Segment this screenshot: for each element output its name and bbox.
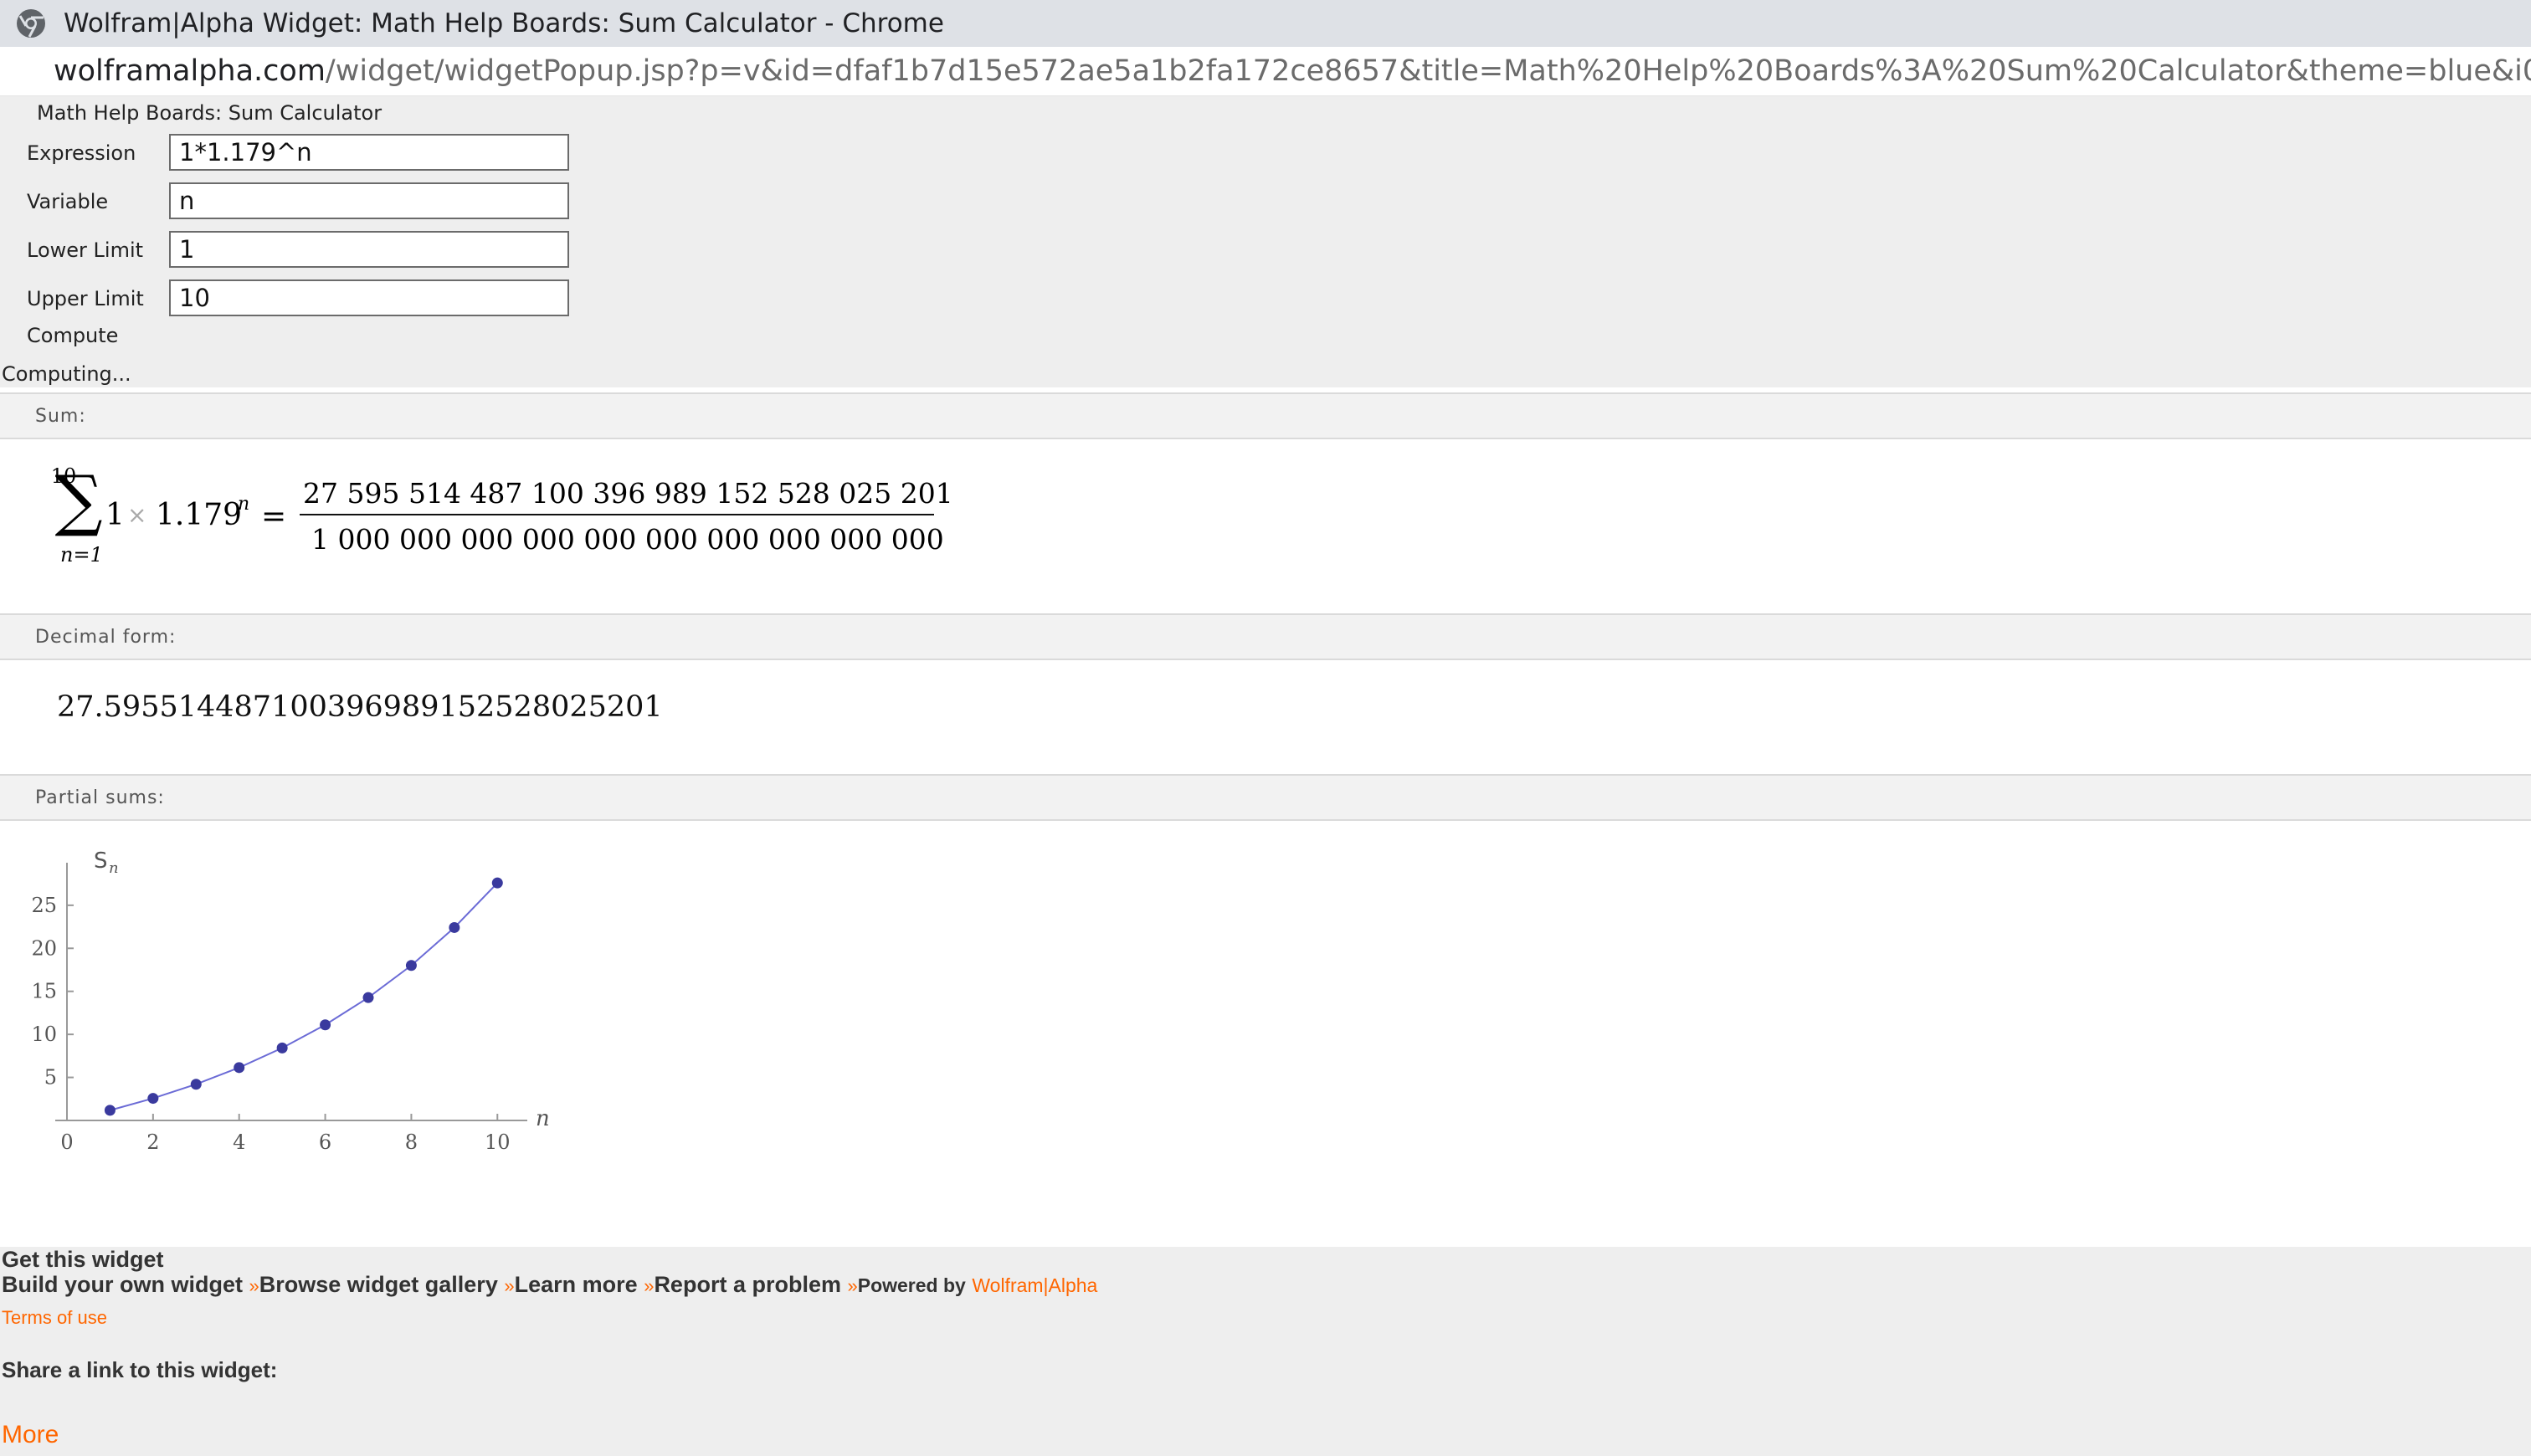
powered-by-text: Powered by xyxy=(857,1274,966,1296)
equals-symbol: = xyxy=(261,500,286,534)
y-tick-label: 15 xyxy=(31,980,57,1003)
build-widget-link[interactable]: Build your own widget xyxy=(2,1272,243,1297)
expression-input[interactable] xyxy=(169,134,569,171)
decimal-pod-body: 27.595514487100396989152528025201 xyxy=(0,660,2531,774)
x-tick-label: 4 xyxy=(233,1130,245,1154)
series-line xyxy=(110,882,499,1111)
sum-pod-title: Sum: xyxy=(35,406,86,427)
upper-limit-label: Upper Limit xyxy=(27,287,144,310)
y-axis-label-sub: n xyxy=(109,859,119,877)
data-point xyxy=(190,1079,202,1090)
x-tick-label: 10 xyxy=(485,1130,511,1154)
sum-lower-limit: n=1 xyxy=(60,543,103,567)
url-path: /widget/widgetPopup.jsp?p=v&id=dfaf1b7d1… xyxy=(325,54,2531,88)
data-point xyxy=(449,921,460,933)
separator-3: » xyxy=(644,1275,655,1296)
data-point xyxy=(147,1093,159,1105)
decimal-pod-header: Decimal form: xyxy=(0,613,2531,660)
fraction-denominator: 1 000 000 000 000 000 000 000 000 000 00… xyxy=(311,523,944,556)
partial-pod-title: Partial sums: xyxy=(35,787,165,808)
footer-links: Build your own widget »Browse widget gal… xyxy=(2,1272,1097,1298)
y-tick-label: 20 xyxy=(31,936,57,960)
data-point xyxy=(405,960,417,972)
get-widget-link[interactable]: Get this widget xyxy=(2,1247,164,1273)
y-tick-label: 5 xyxy=(44,1066,57,1089)
x-tick-label: 2 xyxy=(146,1130,159,1154)
data-point xyxy=(320,1019,331,1031)
partial-pod-header: Partial sums: xyxy=(0,774,2531,821)
data-point xyxy=(491,877,503,889)
window-title-bar: Wolfram|Alpha Widget: Math Help Boards: … xyxy=(0,0,2531,47)
term-coefficient: 1 xyxy=(105,498,125,532)
fraction-numerator: 27 595 514 487 100 396 989 152 528 025 2… xyxy=(303,477,953,510)
upper-limit-input[interactable] xyxy=(169,279,569,316)
window-title: Wolfram|Alpha Widget: Math Help Boards: … xyxy=(64,8,944,38)
x-tick-label: 0 xyxy=(60,1130,73,1154)
address-bar[interactable]: wolframalpha.com/widget/widgetPopup.jsp?… xyxy=(0,47,2531,96)
terms-of-use-link[interactable]: Terms of use xyxy=(2,1307,107,1329)
url-domain: wolframalpha.com xyxy=(54,54,326,88)
decimal-pod-title: Decimal form: xyxy=(35,627,177,648)
x-tick-label: 8 xyxy=(405,1130,418,1154)
lower-limit-label: Lower Limit xyxy=(27,238,144,262)
data-point xyxy=(104,1105,116,1116)
x-axis-label: n xyxy=(536,1106,550,1131)
y-axis-label-main: S xyxy=(94,848,108,874)
sum-formula: 10 ∑ n=1 1 × 1.179 n = 27 595 514 487 10… xyxy=(51,461,953,567)
data-point xyxy=(362,992,374,1003)
report-problem-link[interactable]: Report a problem xyxy=(654,1272,841,1297)
chart-series xyxy=(104,877,503,1116)
sum-pod-header: Sum: xyxy=(0,392,2531,439)
widget-title: Math Help Boards: Sum Calculator xyxy=(37,101,382,125)
decimal-value: 27.595514487100396989152528025201 xyxy=(57,690,663,724)
data-point xyxy=(234,1062,245,1074)
browse-gallery-link[interactable]: Browse widget gallery xyxy=(259,1272,498,1297)
status-text: Computing... xyxy=(2,362,131,386)
chart-ticks: 0 2 4 6 8 10 5 10 15 20 25 xyxy=(31,894,510,1154)
wolfram-alpha-link[interactable]: Wolfram|Alpha xyxy=(972,1274,1097,1296)
y-tick-label: 10 xyxy=(31,1023,57,1046)
partial-sums-chart: 0 2 4 6 8 10 5 10 15 20 25 S n n xyxy=(31,848,550,1154)
widget-footer: Get this widget Build your own widget »B… xyxy=(0,1247,2531,1456)
chart-axes xyxy=(55,863,527,1121)
term-base: 1.179 xyxy=(156,498,242,532)
y-tick-label: 25 xyxy=(31,894,57,917)
partial-pod-body: 0 2 4 6 8 10 5 10 15 20 25 S n n xyxy=(0,821,2531,1247)
share-link-label: Share a link to this widget: xyxy=(2,1357,278,1382)
variable-input[interactable] xyxy=(169,182,569,219)
times-symbol: × xyxy=(127,501,146,529)
compute-button[interactable]: Compute xyxy=(27,324,118,347)
x-tick-label: 6 xyxy=(319,1130,331,1154)
separator-1: » xyxy=(249,1275,259,1296)
sigma-symbol: ∑ xyxy=(54,461,102,539)
sum-pod-body: 10 ∑ n=1 1 × 1.179 n = 27 595 514 487 10… xyxy=(0,439,2531,613)
data-point xyxy=(276,1042,288,1054)
learn-more-link[interactable]: Learn more xyxy=(515,1272,638,1297)
term-exponent: n xyxy=(238,494,249,515)
widget-input-panel: Math Help Boards: Sum Calculator Express… xyxy=(0,96,2531,387)
separator-4: » xyxy=(847,1275,858,1296)
separator-2: » xyxy=(504,1275,515,1296)
lower-limit-input[interactable] xyxy=(169,231,569,268)
variable-label: Variable xyxy=(27,190,109,213)
chrome-icon xyxy=(17,9,45,38)
expression-label: Expression xyxy=(27,141,136,165)
more-link[interactable]: More xyxy=(2,1421,59,1449)
